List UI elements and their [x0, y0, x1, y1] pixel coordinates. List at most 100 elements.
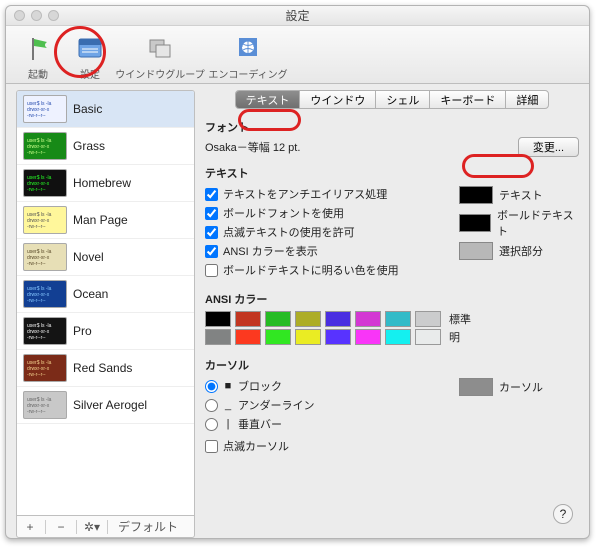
ansi-swatch[interactable] [295, 311, 321, 327]
toolbar-window-group[interactable]: ウインドウグループ [118, 34, 202, 81]
profile-thumb: user$ ls -ladrwxr-xr-x-rw-r--r-- [23, 206, 67, 234]
ansi-swatch[interactable] [265, 311, 291, 327]
toolbar-startup[interactable]: 起動 [14, 34, 62, 81]
ansi-swatch[interactable] [385, 311, 411, 327]
tab-1[interactable]: ウインドウ [300, 91, 376, 108]
svg-text:-rw-r--r--: -rw-r--r-- [27, 261, 46, 267]
help-button[interactable]: ? [553, 504, 573, 524]
radio[interactable] [205, 418, 218, 431]
ansi-swatch[interactable] [355, 311, 381, 327]
profile-item[interactable]: user$ ls -ladrwxr-xr-x-rw-r--r--Novel [17, 239, 194, 276]
profile-name: Red Sands [73, 361, 132, 375]
tab-3[interactable]: キーボード [430, 91, 506, 108]
checkbox-label: テキストをアンチエイリアス処理 [223, 186, 387, 202]
blink-checkbox-row[interactable]: 点滅カーソル [205, 438, 449, 454]
profile-name: Silver Aerogel [73, 398, 147, 412]
toolbar: 起動 設定 ウインドウグループ エンコーディング [6, 26, 589, 84]
tab-0[interactable]: テキスト [236, 91, 301, 108]
default-button[interactable]: デフォルト [114, 518, 182, 535]
section-cursor: カーソル [205, 357, 579, 373]
checkbox-row[interactable]: 点滅テキストの使用を許可 [205, 224, 449, 240]
change-font-button[interactable]: 変更... [518, 137, 579, 157]
toolbar-label: ウインドウグループ [115, 66, 204, 81]
flag-icon [23, 34, 53, 64]
checkbox-label: 点滅カーソル [223, 438, 289, 454]
checkbox[interactable] [205, 188, 218, 201]
ansi-swatch[interactable] [235, 311, 261, 327]
checkbox-label: ボールドフォントを使用 [223, 205, 344, 221]
zoom-icon[interactable] [48, 10, 59, 21]
color-swatch[interactable] [459, 214, 491, 232]
profile-item[interactable]: user$ ls -ladrwxr-xr-x-rw-r--r--Red Sand… [17, 350, 194, 387]
profile-thumb: user$ ls -ladrwxr-xr-x-rw-r--r-- [23, 391, 67, 419]
checkbox[interactable] [205, 264, 218, 277]
svg-text:-rw-r--r--: -rw-r--r-- [27, 409, 46, 415]
profile-item[interactable]: user$ ls -ladrwxr-xr-x-rw-r--r--Ocean [17, 276, 194, 313]
ansi-swatch[interactable] [325, 311, 351, 327]
ansi-swatch[interactable] [415, 311, 441, 327]
checkbox-row[interactable]: ボールドテキストに明るい色を使用 [205, 262, 449, 278]
ansi-swatch[interactable] [325, 329, 351, 345]
sidebar: user$ ls -ladrwxr-xr-x-rw-r--r--Basicuse… [6, 84, 201, 538]
toolbar-encoding[interactable]: エンコーディング [206, 34, 290, 81]
tab-2[interactable]: シェル [376, 91, 430, 108]
radio[interactable] [205, 399, 218, 412]
tab-4[interactable]: 詳細 [506, 91, 548, 108]
profile-list[interactable]: user$ ls -ladrwxr-xr-x-rw-r--r--Basicuse… [16, 90, 195, 516]
toolbar-label: エンコーディング [208, 66, 287, 81]
profile-name: Grass [73, 139, 105, 153]
radio-row[interactable]: _アンダーライン [205, 397, 449, 413]
font-current: Osaka－等幅 12 pt. [205, 139, 300, 155]
checkbox[interactable] [205, 440, 218, 453]
profile-thumb: user$ ls -ladrwxr-xr-x-rw-r--r-- [23, 280, 67, 308]
radio-label: ブロック [238, 378, 282, 394]
ansi-swatch[interactable] [355, 329, 381, 345]
minimize-icon[interactable] [31, 10, 42, 21]
checkbox-row[interactable]: テキストをアンチエイリアス処理 [205, 186, 449, 202]
profile-item[interactable]: user$ ls -ladrwxr-xr-x-rw-r--r--Man Page [17, 202, 194, 239]
profile-item[interactable]: user$ ls -ladrwxr-xr-x-rw-r--r--Basic [17, 91, 194, 128]
radio-row[interactable]: ■ブロック [205, 378, 449, 394]
toolbar-settings[interactable]: 設定 [66, 34, 114, 81]
ansi-swatch[interactable] [235, 329, 261, 345]
ansi-swatch[interactable] [295, 329, 321, 345]
cursor-color-swatch[interactable] [459, 378, 493, 396]
ansi-swatch[interactable] [265, 329, 291, 345]
color-swatch[interactable] [459, 242, 493, 260]
swatch-label: 選択部分 [499, 243, 543, 259]
ansi-swatch[interactable] [205, 329, 231, 345]
checkbox-label: ANSI カラーを表示 [223, 243, 318, 259]
ansi-swatch[interactable] [415, 329, 441, 345]
close-icon[interactable] [14, 10, 25, 21]
gear-menu[interactable]: ✲▾ [83, 520, 101, 534]
radio-label: 垂直バー [238, 416, 282, 432]
color-swatch[interactable] [459, 186, 493, 204]
checkbox-row[interactable]: ANSI カラーを表示 [205, 243, 449, 259]
profile-item[interactable]: user$ ls -ladrwxr-xr-x-rw-r--r--Homebrew [17, 165, 194, 202]
svg-text:-rw-r--r--: -rw-r--r-- [27, 113, 46, 119]
profile-item[interactable]: user$ ls -ladrwxr-xr-x-rw-r--r--Pro [17, 313, 194, 350]
window: 設定 起動 設定 ウインドウグループ エンコーディング [5, 5, 590, 539]
profile-thumb: user$ ls -ladrwxr-xr-x-rw-r--r-- [23, 169, 67, 197]
section-ansi: ANSI カラー [205, 291, 579, 307]
add-button[interactable]: + [21, 520, 39, 534]
checkbox[interactable] [205, 245, 218, 258]
tabs: テキストウインドウシェルキーボード詳細 [205, 90, 579, 109]
svg-text:-rw-r--r--: -rw-r--r-- [27, 372, 46, 378]
profile-item[interactable]: user$ ls -ladrwxr-xr-x-rw-r--r-- Silver A… [17, 387, 194, 424]
profile-item[interactable]: user$ ls -ladrwxr-xr-x-rw-r--r--Grass [17, 128, 194, 165]
settings-icon [75, 34, 105, 64]
globe-icon [233, 34, 263, 64]
titlebar: 設定 [6, 6, 589, 26]
checkbox[interactable] [205, 207, 218, 220]
radio-row[interactable]: |垂直バー [205, 416, 449, 432]
remove-button[interactable]: − [52, 520, 70, 534]
checkbox-row[interactable]: ボールドフォントを使用 [205, 205, 449, 221]
checkbox[interactable] [205, 226, 218, 239]
radio[interactable] [205, 380, 218, 393]
traffic-lights [14, 10, 59, 21]
ansi-swatch[interactable] [385, 329, 411, 345]
ansi-swatch[interactable] [205, 311, 231, 327]
toolbar-label: 設定 [80, 66, 100, 81]
svg-text:-rw-r--r--: -rw-r--r-- [27, 298, 46, 304]
